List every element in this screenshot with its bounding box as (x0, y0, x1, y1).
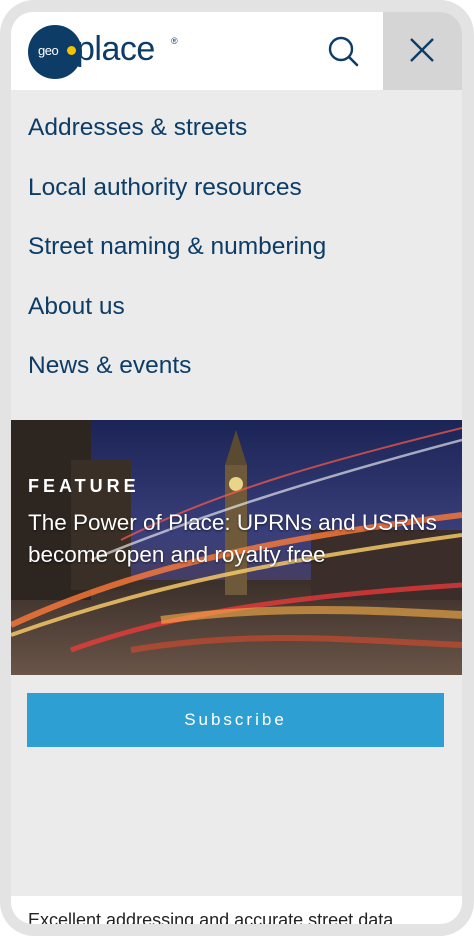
close-menu-button[interactable] (383, 12, 462, 90)
feature-title[interactable]: The Power of Place: UPRNs and USRNs beco… (28, 507, 453, 571)
nav-item-street-naming-numbering[interactable]: Street naming & numbering (28, 228, 326, 288)
logo-dot-icon (67, 46, 76, 55)
logo-registered-mark: ® (171, 36, 178, 46)
top-bar: geo place ® (11, 12, 462, 90)
main-nav-menu: Addresses & streets Local authority reso… (28, 109, 326, 407)
geoplace-logo[interactable]: geo place ® (28, 24, 188, 80)
footer-strip: Excellent addressing and accurate street… (11, 896, 462, 924)
subscribe-button[interactable]: Subscribe (27, 693, 444, 747)
nav-item-addresses-streets[interactable]: Addresses & streets (28, 109, 326, 169)
mobile-screen: geo place ® Addresses & streets Local au… (11, 12, 462, 924)
close-icon (410, 38, 434, 62)
feature-label: FEATURE (28, 476, 140, 496)
nav-item-about-us[interactable]: About us (28, 288, 326, 348)
feature-card[interactable]: FEATURE The Power of Place: UPRNs and US… (11, 420, 462, 675)
footer-tagline: Excellent addressing and accurate street… (28, 910, 394, 924)
logo-prefix: geo (38, 43, 59, 58)
device-frame: geo place ® Addresses & streets Local au… (0, 0, 474, 936)
search-icon (328, 36, 359, 67)
logo-text: place (76, 30, 155, 68)
nav-item-local-authority-resources[interactable]: Local authority resources (28, 169, 326, 229)
nav-item-news-events[interactable]: News & events (28, 347, 326, 407)
search-button[interactable] (324, 32, 364, 72)
